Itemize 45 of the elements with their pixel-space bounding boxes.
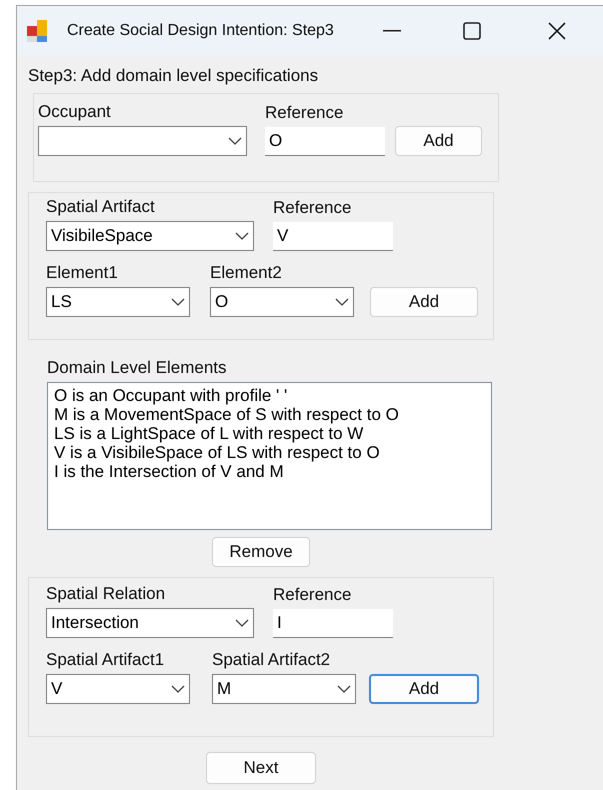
- spatial-artifact-label: Spatial Artifact: [46, 196, 156, 218]
- spatial-artifact-dropdown[interactable]: VisibileSpace: [46, 221, 254, 251]
- element-label: Element1: [46, 262, 119, 284]
- next-button[interactable]: Next: [206, 752, 316, 784]
- step-heading: Step3: Add domain level specifications: [28, 66, 320, 86]
- chevron-icon: [337, 685, 351, 693]
- spatial-relation-dropdown[interactable]: Intersection: [46, 608, 254, 638]
- spatial-relation-label: Spatial Relation: [46, 583, 166, 605]
- element-label: Element2: [210, 262, 283, 284]
- chevron-icon: [335, 298, 349, 306]
- list-item[interactable]: I is the Intersection of V and M: [54, 462, 491, 481]
- list-item[interactable]: LS is a LightSpace of L with respect to W: [54, 424, 491, 443]
- domain-elements-label: Domain Level Elements: [47, 357, 228, 379]
- reference-field[interactable]: V: [273, 222, 393, 251]
- element-dropdown[interactable]: O: [210, 287, 354, 317]
- reference-label: Reference: [273, 584, 352, 606]
- reference-label: Reference: [265, 102, 344, 124]
- chevron-icon: [235, 619, 249, 627]
- occupant-label: Occupant: [38, 101, 112, 123]
- list-item[interactable]: M is a MovementSpace of S with respect to O: [54, 405, 491, 424]
- close-icon[interactable]: [546, 21, 567, 41]
- add-button[interactable]: Add: [395, 126, 482, 156]
- reference-field[interactable]: O: [265, 127, 385, 156]
- app-icon: [27, 20, 47, 42]
- occupant-dropdown[interactable]: [38, 126, 247, 156]
- domain-elements-list[interactable]: O is an Occupant with profile ' ' M is a MovementSpace of S with respect to O LS is a LightSpace of L with respect to W V is a VisibileSpace of LS with respect to O I is the Intersection of V and M: [47, 382, 492, 530]
- chevron-icon: [171, 685, 185, 693]
- spatial-artifact-dropdown[interactable]: M: [212, 674, 356, 704]
- element-dropdown[interactable]: LS: [46, 287, 190, 317]
- list-item[interactable]: O is an Occupant with profile ' ': [54, 386, 491, 405]
- chevron-icon: [235, 232, 249, 240]
- remove-button[interactable]: Remove: [212, 537, 310, 567]
- minimize-icon[interactable]: [382, 30, 401, 32]
- add-button[interactable]: Add: [369, 674, 479, 704]
- window-title: Create Social Design Intention: Step3: [67, 22, 334, 40]
- list-item[interactable]: V is a VisibileSpace of LS with respect to O: [54, 443, 491, 462]
- reference-label: Reference: [273, 197, 352, 219]
- chevron-icon: [171, 298, 185, 306]
- spatial-artifact-label: Spatial Artifact2: [212, 649, 332, 671]
- spatial-artifact-dropdown[interactable]: V: [46, 674, 190, 704]
- spatial-artifact-label: Spatial Artifact1: [46, 649, 166, 671]
- maximize-icon[interactable]: [462, 22, 481, 40]
- reference-field[interactable]: I: [273, 609, 393, 638]
- add-button[interactable]: Add: [370, 287, 478, 317]
- chevron-icon: [228, 137, 242, 145]
